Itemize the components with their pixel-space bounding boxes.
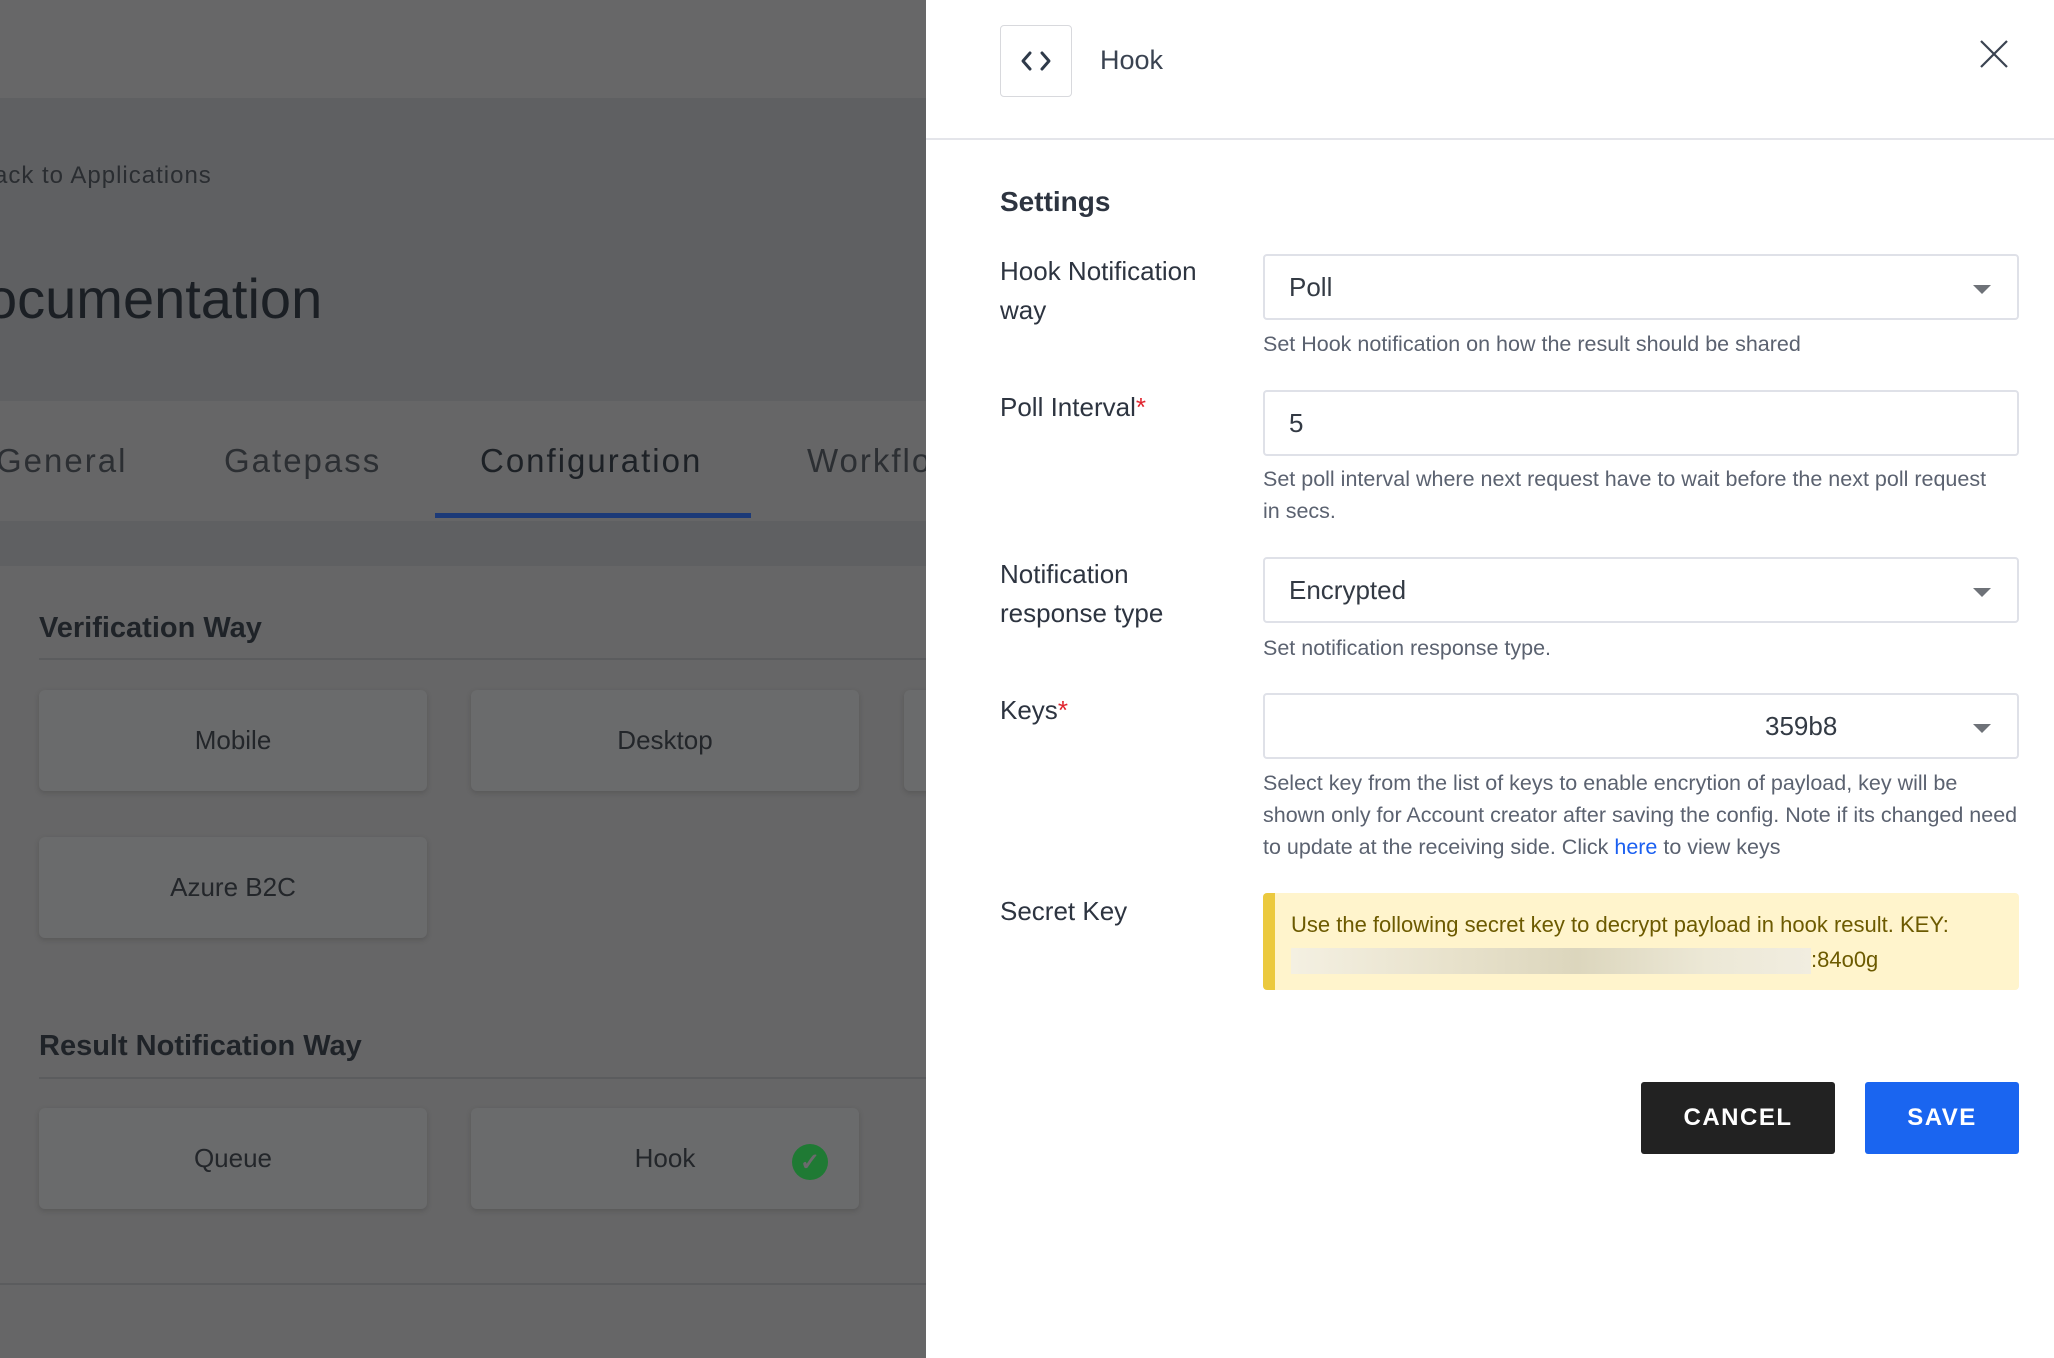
cancel-button[interactable]: CANCEL <box>1641 1082 1835 1154</box>
secret-key-label: Secret Key <box>1000 896 1128 926</box>
tab-workflow[interactable]: Workflo <box>807 442 926 480</box>
back-to-applications-link[interactable]: ack to Applications <box>0 162 212 190</box>
option-desktop[interactable]: Desktop <box>471 690 859 791</box>
view-keys-link[interactable]: here <box>1614 835 1657 859</box>
drawer-title: Hook <box>1100 45 1164 75</box>
secret-key-alert: Use the following secret key to decrypt … <box>1263 893 2019 990</box>
select-value: Encrypted <box>1289 574 1407 605</box>
divider <box>39 658 926 660</box>
check-circle-icon: ✓ <box>792 1144 828 1180</box>
option-queue[interactable]: Queue <box>39 1108 427 1209</box>
keys-help: Select key from the list of keys to enab… <box>1263 767 2023 863</box>
tab-bar <box>0 401 926 521</box>
keys-select[interactable]: 359b8 <box>1263 693 2019 759</box>
select-value: 359b8 <box>1765 710 1838 741</box>
caret-down-icon <box>1973 588 1991 597</box>
tab-general[interactable]: General <box>0 442 127 480</box>
caret-down-icon <box>1973 285 1991 294</box>
tab-gatepass[interactable]: Gatepass <box>224 442 381 480</box>
divider <box>39 1077 926 1079</box>
secret-key-message: Use the following secret key to decrypt … <box>1291 912 1949 937</box>
option-azure-b2c[interactable]: Azure B2C <box>39 837 427 938</box>
notification-way-help: Set Hook notification on how the result … <box>1263 332 1801 356</box>
tab-configuration[interactable]: Configuration <box>480 442 702 480</box>
secret-key-suffix: :84o0g <box>1811 947 1879 972</box>
response-type-select[interactable]: Encrypted <box>1263 557 2019 623</box>
background-page: ack to Applications ocumentation General… <box>0 0 926 1358</box>
required-mark: * <box>1057 695 1068 725</box>
hook-settings-drawer: Hook Settings Hook Notification way Poll… <box>926 0 2054 1358</box>
poll-interval-label: Poll Interval* <box>1000 388 1230 427</box>
response-type-label: Notification response type <box>1000 559 1164 628</box>
select-value: Poll <box>1289 271 1333 302</box>
verification-way-title: Verification Way <box>39 612 262 644</box>
save-button[interactable]: SAVE <box>1865 1082 2019 1154</box>
notification-way-select[interactable]: Poll <box>1263 254 2019 320</box>
poll-interval-help: Set poll interval where next request hav… <box>1263 467 1987 523</box>
active-tab-indicator <box>435 513 751 518</box>
option-mobile[interactable]: Mobile <box>39 690 427 791</box>
page-title: ocumentation <box>0 267 323 330</box>
notification-way-label: Hook Notification way <box>1000 256 1197 325</box>
caret-down-icon <box>1973 724 1991 733</box>
response-type-help: Set notification response type. <box>1263 636 1552 660</box>
drawer-header <box>926 0 2054 140</box>
required-mark: * <box>1135 392 1146 422</box>
result-notification-way-title: Result Notification Way <box>39 1030 362 1062</box>
input-value: 5 <box>1289 407 1304 438</box>
divider <box>0 521 926 566</box>
divider <box>0 1283 926 1285</box>
page-header <box>0 98 926 401</box>
close-icon[interactable] <box>1976 36 2012 72</box>
option-hook-label: Hook <box>634 1143 696 1173</box>
help-text: to view keys <box>1657 835 1781 859</box>
label-text: Poll Interval <box>1000 392 1136 422</box>
redacted-key <box>1291 948 1811 975</box>
label-text: Keys <box>1000 695 1058 725</box>
code-brackets-icon <box>1000 25 1072 97</box>
option-partial[interactable] <box>904 690 926 791</box>
poll-interval-input[interactable]: 5 <box>1263 390 2019 456</box>
keys-label: Keys* <box>1000 691 1230 730</box>
settings-heading: Settings <box>1000 186 1111 217</box>
top-bar <box>0 0 926 98</box>
